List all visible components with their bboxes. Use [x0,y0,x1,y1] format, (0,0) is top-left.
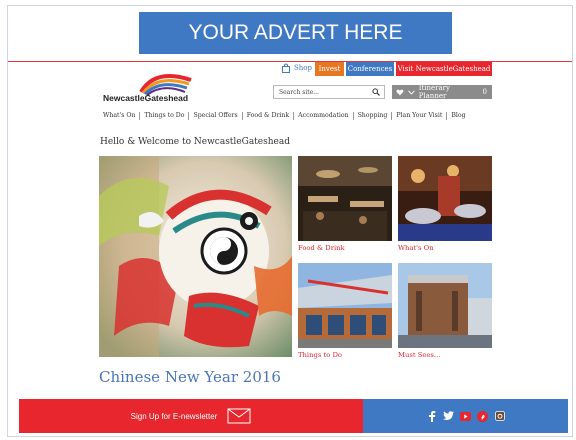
event-title[interactable]: Chinese New Year 2016 [99,368,281,386]
envelope-icon [227,408,251,424]
heart-icon [396,89,404,95]
invest-label: Invest [318,65,341,73]
invest-button[interactable]: Invest [315,62,344,76]
advert-banner[interactable]: YOUR ADVERT HERE [139,12,452,54]
youtube-icon[interactable] [460,411,471,422]
shop-link[interactable]: Shop [281,63,312,73]
search-icon[interactable] [372,88,380,96]
instagram-icon[interactable] [494,411,505,422]
building-facade-photo [298,263,392,348]
tile-image-whats-on[interactable] [398,156,492,241]
visit-label: Visit NewcastleGateshead [397,65,491,73]
shop-label: Shop [294,64,312,72]
brand-name: NewcastleGateshead [103,93,189,103]
nav-item-things-to-do[interactable]: Things to Do [140,112,190,120]
restaurant-photo [298,156,392,241]
itinerary-count: 0 [482,88,487,96]
nav-item-plan-your-visit[interactable]: Plan Your Visit [392,112,448,120]
itinerary-planner-button[interactable]: Itinerary Planner 0 [392,84,492,100]
drummers-photo [398,156,492,241]
nav-item-whats-on[interactable]: What's On [103,112,141,120]
advert-text: YOUR ADVERT HERE [188,21,403,44]
nav-item-special-offers[interactable]: Special Offers [189,112,243,120]
tile-caption-food-drink[interactable]: Food & Drink [298,244,345,252]
itinerary-label: Itinerary Planner [418,84,450,100]
baltic-building-photo [398,263,492,348]
logo-arc-icon [139,74,192,96]
chevron-down-icon [407,89,415,95]
nav-item-blog[interactable]: Blog [447,112,469,120]
social-links [363,399,568,433]
tile-image-food-drink[interactable] [298,156,392,241]
search-input[interactable]: Search site... [273,85,385,99]
main-nav: What's On Things to Do Special Offers Fo… [103,112,470,120]
dragon-mask-image [99,156,292,357]
nav-item-food-drink[interactable]: Food & Drink [243,112,295,120]
search-placeholder: Search site... [279,88,319,96]
facebook-icon[interactable] [426,410,437,422]
nav-item-accommodation[interactable]: Accommodation [294,112,354,120]
tile-image-things-to-do[interactable] [298,263,392,348]
hero-image[interactable] [99,156,292,357]
welcome-heading: Hello & Welcome to NewcastleGateshead [100,137,290,147]
conferences-label: Conferences [347,65,393,73]
twitter-icon[interactable] [443,411,454,422]
nav-item-shopping[interactable]: Shopping [354,112,393,120]
pinterest-icon[interactable] [477,410,488,422]
tile-image-must-sees[interactable] [398,263,492,348]
newsletter-signup-button[interactable]: Sign Up for E-newsletter [19,399,363,433]
tile-caption-things-to-do[interactable]: Things to Do [298,351,342,359]
shopping-bag-icon [282,63,290,73]
tile-caption-whats-on[interactable]: What's On [398,244,434,252]
conferences-button[interactable]: Conferences [346,62,394,76]
visit-button[interactable]: Visit NewcastleGateshead [396,62,492,76]
signup-label: Sign Up for E-newsletter [130,411,218,421]
tile-caption-must-sees[interactable]: Must Sees... [398,351,440,359]
brand-logo[interactable]: NewcastleGateshead [103,66,198,106]
